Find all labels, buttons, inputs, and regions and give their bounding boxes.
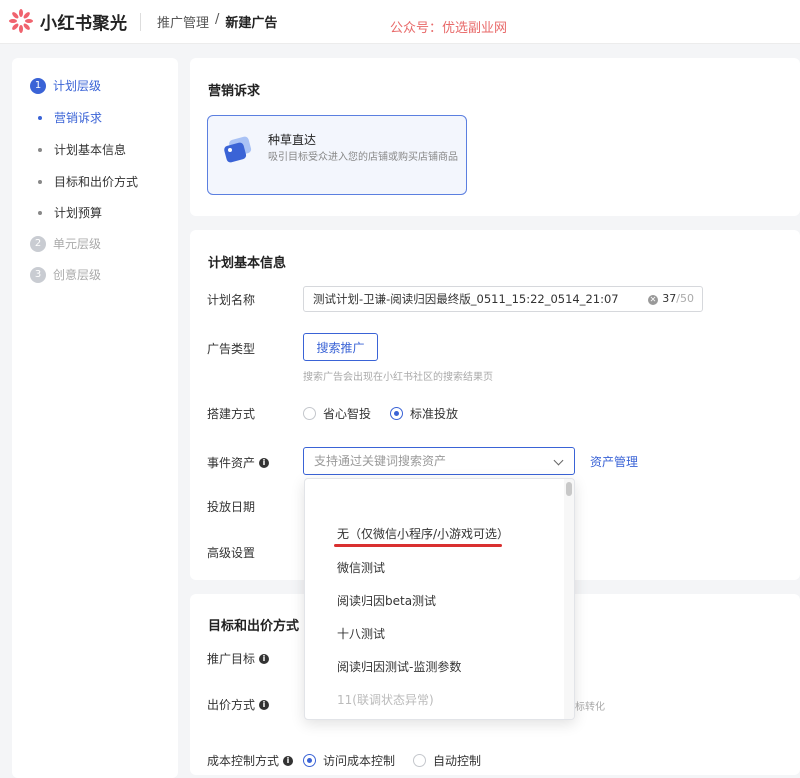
build-method-label: 搭建方式 [207,407,256,421]
event-asset-dropdown: 无（仅微信小程序/小游戏可选） 微信测试 阅读归因beta测试 十八测试 阅读归… [304,478,575,720]
step-label: 单元层级 [53,237,102,251]
char-max: /50 [676,292,694,305]
sidebar-item-label: 计划预算 [54,206,103,220]
dropdown-scrollbar[interactable] [564,479,574,719]
step-unit-level[interactable]: 2 单元层级 [30,235,101,252]
bullet-dot [38,147,42,152]
radio-circle [413,754,426,767]
event-asset-select[interactable]: 支持通过关键词搜索资产 [303,447,575,475]
step-label: 计划层级 [53,79,102,93]
plan-name-label: 计划名称 [207,293,256,307]
sidebar-item-budget[interactable]: 计划预算 [38,204,102,221]
objective-title: 种草直达 [268,133,317,147]
breadcrumb-separator: / [215,12,220,27]
plan-name-input[interactable]: 测试计划-卫谦-阅读归因最终版_0511_15:22_0514_21:07 ✕ … [303,286,703,312]
breadcrumb: 推广管理 / 新建广告 [157,12,277,31]
cost-control-label: 成本控制方式 i [207,752,294,769]
dropdown-option[interactable]: 微信测试 [337,559,385,576]
sidebar-item-basic-info[interactable]: 计划基本信息 [38,141,126,158]
bid-method-label-text: 出价方式 [207,698,256,712]
radio-label: 省心智投 [323,407,372,421]
scrollbar-thumb[interactable] [566,482,572,496]
info-icon[interactable]: i [259,457,270,468]
objective-option-card[interactable]: 种草直达 吸引目标受众进入您的店铺或购买店铺商品 [207,115,467,195]
section-title: 营销诉求 [208,84,261,99]
breadcrumb-current: 新建广告 [225,16,278,31]
objective-description: 吸引目标受众进入您的店铺或购买店铺商品 [268,152,458,163]
sidebar-item-goal-bid[interactable]: 目标和出价方式 [38,173,138,190]
select-placeholder: 支持通过关键词搜索资产 [314,454,447,468]
cost-control-label-text: 成本控制方式 [207,754,280,768]
ad-type-label: 广告类型 [207,342,256,356]
divider [140,13,141,31]
sidebar-item-marketing-appeal[interactable]: 营销诉求 [38,109,102,126]
event-asset-label: 事件资产 i [207,454,270,471]
radio-circle [303,407,316,420]
promo-goal-label-text: 推广目标 [207,652,256,666]
dropdown-option-none[interactable]: 无（仅微信小程序/小游戏可选） [337,525,509,542]
char-count: 37 [662,292,677,305]
watermark-text: 公众号：优选副业网 [390,21,508,36]
brand-logo-icon [9,9,33,33]
dropdown-option[interactable]: 阅读归因测试-监测参数 [337,658,461,675]
info-icon[interactable]: i [259,699,270,710]
top-bar: 小红书聚光 推广管理 / 新建广告 公众号：优选副业网 [0,0,800,44]
char-counter: 37/50 [662,287,694,311]
marketing-appeal-card: 营销诉求 种草直达 吸引目标受众进入您的店铺或购买店铺商品 [190,58,800,216]
clear-icon[interactable]: ✕ [648,295,658,305]
sidebar-item-label: 计划基本信息 [54,143,127,157]
bullet-dot [38,115,42,120]
step-number: 3 [30,266,46,283]
brand-name: 小红书聚光 [40,13,128,34]
ad-type-hint: 搜索广告会出现在小红书社区的搜索结果页 [303,372,493,383]
radio-label: 自动控制 [433,754,482,768]
step-number: 1 [30,77,46,94]
step-creative-level[interactable]: 3 创意层级 [30,266,101,283]
info-icon[interactable]: i [259,653,270,664]
chevron-down-icon [553,455,564,466]
advanced-settings-label: 高级设置 [207,546,256,560]
sidebar-item-label: 目标和出价方式 [54,175,139,189]
radio-visit-cost-control[interactable]: 访问成本控制 [303,752,395,769]
plan-name-value: 测试计划-卫谦-阅读归因最终版_0511_15:22_0514_21:07 [313,292,619,306]
radio-label: 标准投放 [410,407,459,421]
brand-logo[interactable]: 小红书聚光 [8,8,128,34]
bid-method-label: 出价方式 i [207,696,270,713]
objective-icon [224,136,252,163]
step-label: 创意层级 [53,268,102,282]
sidebar-item-label: 营销诉求 [54,111,103,125]
promo-goal-label: 推广目标 i [207,650,270,667]
radio-smart-delivery[interactable]: 省心智投 [303,405,371,422]
bullet-dot [38,210,42,215]
radio-label: 访问成本控制 [323,754,396,768]
search-promo-button[interactable]: 搜索推广 [303,333,378,361]
dropdown-option[interactable]: 十八测试 [337,625,385,642]
step-plan-level[interactable]: 1 计划层级 [30,77,101,94]
bullet-dot [38,179,42,184]
radio-circle [303,754,316,767]
radio-auto-control[interactable]: 自动控制 [413,752,481,769]
step-number: 2 [30,235,46,252]
bid-hint-fragment: 标转化 [575,702,605,713]
radio-circle [390,407,403,420]
section-title: 计划基本信息 [208,256,287,271]
highlight-underline [334,544,502,547]
radio-standard-delivery[interactable]: 标准投放 [390,405,458,422]
delivery-date-label: 投放日期 [207,500,256,514]
info-icon[interactable]: i [283,755,294,766]
dropdown-option-disabled: 11(联调状态异常) [337,693,434,707]
breadcrumb-promo-manage[interactable]: 推广管理 [157,12,209,31]
asset-manage-link[interactable]: 资产管理 [590,453,638,470]
event-asset-label-text: 事件资产 [207,456,256,470]
dropdown-option[interactable]: 阅读归因beta测试 [337,592,436,609]
step-sidebar: 1 计划层级 营销诉求 计划基本信息 目标和出价方式 计划预算 2 单元层级 3… [12,58,178,778]
section-title: 目标和出价方式 [208,619,300,634]
